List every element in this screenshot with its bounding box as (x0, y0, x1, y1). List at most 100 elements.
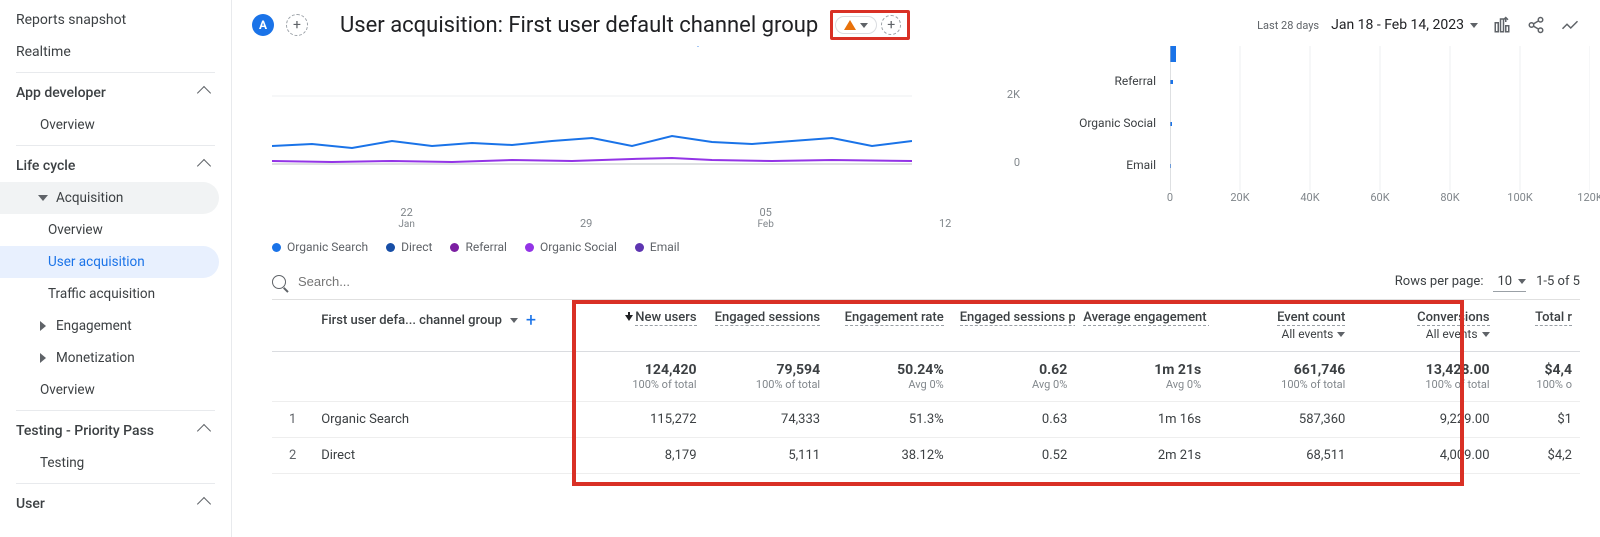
x-axis-tick: 29 (580, 217, 592, 230)
bar-label: Email (1060, 158, 1156, 172)
column-header[interactable]: Engaged sessions (705, 300, 829, 352)
conversion-filter-select[interactable]: All events (1361, 327, 1489, 341)
nav-monetization[interactable]: Monetization (0, 342, 231, 374)
column-label: New users (635, 310, 696, 326)
bar-x-tick: 20K (1230, 191, 1249, 204)
customize-report-button[interactable] (1492, 15, 1512, 35)
dimension-select[interactable]: First user defa... channel group (321, 313, 502, 328)
chevron-down-icon (1518, 279, 1526, 284)
nav-user-label: User (16, 496, 45, 512)
column-header[interactable]: Average engagement time (1075, 300, 1209, 352)
chevron-right-icon (40, 353, 46, 363)
chevron-down-icon (1337, 332, 1345, 337)
sidebar: Reports snapshot Realtime App developer … (0, 0, 232, 537)
nav-reports-snapshot[interactable]: Reports snapshot (0, 4, 231, 36)
main-content: A + User acquisition: First user default… (232, 0, 1600, 537)
column-header[interactable]: ConversionsAll events (1353, 300, 1497, 352)
nav-monetization-label: Monetization (56, 350, 135, 366)
add-dimension-button[interactable]: + (526, 310, 536, 331)
topbar: A + User acquisition: First user default… (232, 0, 1600, 46)
column-header[interactable]: Engagement rate (828, 300, 952, 352)
chevron-up-icon (197, 497, 211, 511)
page-title: User acquisition: First user default cha… (340, 13, 818, 38)
x-axis-tick: 12 (939, 217, 951, 230)
nav-traffic-acquisition[interactable]: Traffic acquisition (0, 278, 231, 310)
nav-testing[interactable]: Testing (0, 447, 231, 479)
nav-mon-overview[interactable]: Overview (0, 374, 231, 406)
legend-label: Organic Social (540, 240, 617, 254)
legend-item[interactable]: Email (635, 240, 680, 254)
table-totals-row: 124,420100% of total 79,594100% of total… (272, 352, 1580, 402)
chevron-down-icon (1482, 332, 1490, 337)
bar-x-tick: 100K (1507, 191, 1532, 204)
nav-app-developer-label: App developer (16, 85, 106, 101)
table-row[interactable]: 1 Organic Search 115,27274,333 51.3%0.63… (272, 402, 1580, 438)
nav-acquisition-label: Acquisition (56, 190, 123, 206)
column-header[interactable]: Engaged sessions per user (952, 300, 1076, 352)
rows-per-page-label: Rows per page: (1395, 274, 1484, 289)
bar-x-tick: 80K (1440, 191, 1459, 204)
column-header[interactable]: Event countAll events (1209, 300, 1353, 352)
bar-label: Referral (1060, 74, 1156, 88)
insights-button[interactable] (1560, 15, 1580, 35)
sort-desc-icon (625, 315, 633, 321)
date-range-picker[interactable]: Last 28 days Jan 18 - Feb 14, 2023 (1257, 17, 1478, 33)
legend-label: Direct (401, 240, 432, 254)
legend-item[interactable]: Organic Social (525, 240, 617, 254)
column-header[interactable]: Total r (1498, 300, 1580, 352)
nav-acq-overview[interactable]: Overview (0, 214, 231, 246)
nav-user-acquisition[interactable]: User acquisition (0, 246, 219, 278)
column-label: Average engagement time (1083, 310, 1209, 326)
nav-engagement[interactable]: Engagement (0, 310, 231, 342)
add-filter-button[interactable]: + (881, 15, 901, 35)
bar-x-tick: 40K (1300, 191, 1319, 204)
legend-dot-icon (272, 243, 281, 252)
nav-app-dev-overview[interactable]: Overview (0, 109, 231, 141)
warning-icon (844, 20, 856, 30)
column-label: Total r (1535, 310, 1572, 326)
y-axis-tick: 2K (1007, 88, 1020, 101)
x-axis-tick: 05 (759, 206, 771, 219)
chevron-up-icon (197, 86, 211, 100)
legend-item[interactable]: Organic Search (272, 240, 368, 254)
column-label: Conversions (1417, 310, 1489, 326)
y-axis-tick: 0 (1014, 156, 1020, 169)
chevron-up-icon (197, 424, 211, 438)
x-axis-tick: 22 (400, 206, 412, 219)
column-header[interactable]: New users (581, 300, 705, 352)
search-input[interactable] (294, 270, 1387, 293)
nav-engagement-label: Engagement (56, 318, 132, 334)
bar-x-tick: 0 (1167, 191, 1173, 204)
bar-x-tick: 60K (1370, 191, 1389, 204)
legend-label: Organic Search (287, 240, 368, 254)
legend-dot-icon (386, 243, 395, 252)
nav-life-cycle[interactable]: Life cycle (0, 150, 231, 182)
chevron-down-icon (860, 23, 868, 28)
nav-realtime[interactable]: Realtime (0, 36, 231, 68)
legend-label: Referral (465, 240, 507, 254)
nav-user[interactable]: User (0, 488, 231, 520)
data-table: First user defa... channel group + New u… (272, 300, 1580, 474)
bar-grid (1170, 46, 1590, 196)
legend-item[interactable]: Direct (386, 240, 432, 254)
chevron-up-icon (197, 159, 211, 173)
share-button[interactable] (1526, 15, 1546, 35)
date-range-prefix: Last 28 days (1257, 19, 1319, 32)
bar-label: Organic Social (1060, 116, 1156, 130)
rows-per-page-select[interactable]: 10 (1493, 272, 1526, 292)
nav-app-developer[interactable]: App developer (0, 77, 231, 109)
legend-label: Email (650, 240, 680, 254)
legend-item[interactable]: Referral (450, 240, 507, 254)
column-label: Engaged sessions (715, 310, 821, 326)
line-chart[interactable]: 2K 0 22Jan 29 05Feb 12 Organic Search Di… (272, 46, 1020, 226)
nav-acquisition[interactable]: Acquisition (0, 182, 219, 214)
audience-chip[interactable]: A (252, 14, 274, 36)
table-row[interactable]: 2 Direct 8,1795,111 38.12%0.52 2m 21s68,… (272, 438, 1580, 474)
nav-testing-pp[interactable]: Testing - Priority Pass (0, 415, 231, 447)
add-comparison-button[interactable]: + (286, 14, 308, 36)
event-filter-select[interactable]: All events (1217, 327, 1345, 341)
column-label: Engagement rate (845, 310, 944, 326)
anomaly-chip[interactable] (835, 16, 877, 34)
bar-chart[interactable]: Referral Organic Social Email (1060, 46, 1580, 246)
nav-life-cycle-label: Life cycle (16, 158, 75, 174)
